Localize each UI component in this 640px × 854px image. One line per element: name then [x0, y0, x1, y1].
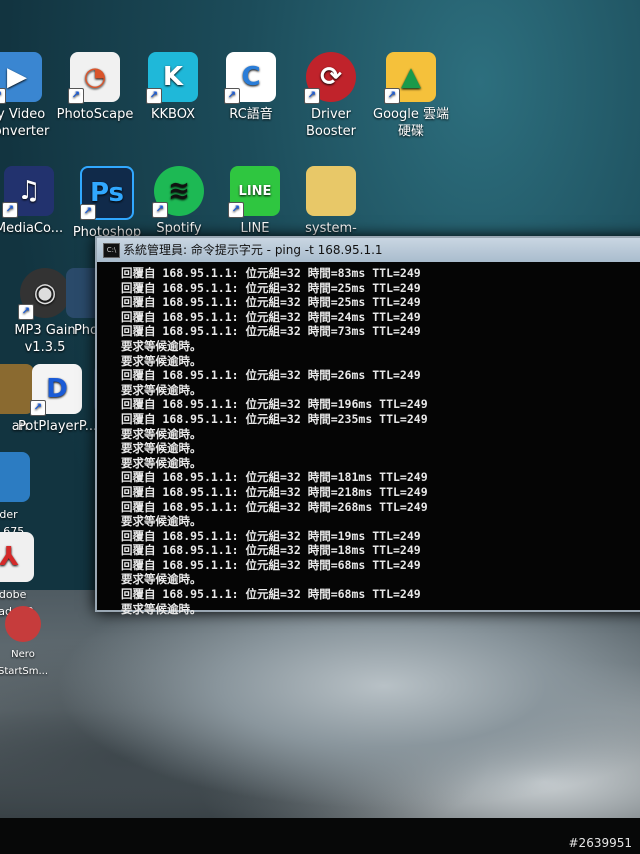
photoshop-icon: Ps ↗ — [80, 166, 134, 220]
desktop-icon-spotify[interactable]: ≋ ↗ Spotify — [140, 166, 218, 237]
console-line: 要求等候逾時。 — [121, 455, 202, 470]
desktop-icon-nero[interactable]: Nero StartSm... — [0, 606, 62, 680]
icon-label: RC語音 — [229, 107, 273, 122]
icon-label: ny Video Converter — [0, 107, 50, 139]
desktop-icon-kkbox[interactable]: K ↗ KKBOX — [134, 52, 212, 123]
google-drive-icon: ▲ ↗ — [384, 52, 436, 104]
potplayer-icon: D ↗ — [30, 364, 82, 416]
console-line: 要求等候逾時。 — [121, 441, 202, 456]
desktop-icon-video-converter[interactable]: ▶↗ ny Video Converter — [0, 52, 56, 140]
line-icon: LINE ↗ — [228, 166, 280, 218]
console-line: 要求等候逾時。 — [121, 572, 202, 587]
console-line: 回覆自 168.95.1.1: 位元組=32 時間=83ms TTL=249 — [121, 266, 421, 280]
console-line: 回覆自 168.95.1.1: 位元組=32 時間=218ms TTL=249 — [121, 484, 428, 499]
cmd-icon: C:\ — [103, 243, 120, 258]
nero-icon — [5, 606, 41, 642]
console-line: 回覆自 168.95.1.1: 位元組=32 時間=73ms TTL=249 — [121, 324, 421, 339]
command-prompt-window[interactable]: C:\ 系統管理員: 命令提示字元 - ping -t 168.95.1.1 回… — [95, 236, 640, 616]
desktop-icon-line[interactable]: LINE ↗ LINE — [216, 166, 294, 237]
desktop-icon-nder[interactable]: nder 10.675 — [0, 452, 44, 540]
icon-label: LINE — [240, 221, 270, 236]
console-line: 要求等候逾時。 — [121, 514, 202, 529]
spotify-icon: ≋ ↗ — [152, 166, 204, 218]
desktop-icon-mediaco[interactable]: ♫ ↗ MediaCo... — [0, 166, 68, 237]
monitor-bezel — [0, 818, 640, 854]
kkbox-icon: K ↗ — [146, 52, 198, 104]
watermark: #2639951 — [568, 836, 633, 850]
media-music-icon: ♫ ↗ — [2, 166, 54, 218]
window-title: 系統管理員: 命令提示字元 - ping -t 168.95.1.1 — [123, 243, 383, 257]
console-line: 回覆自 168.95.1.1: 位元組=32 時間=181ms TTL=249 — [121, 470, 428, 485]
icon-label: Driver Booster — [305, 107, 357, 139]
console-line: 回覆自 168.95.1.1: 位元組=32 時間=25ms TTL=249 — [121, 280, 421, 295]
desktop-icon-potplayer[interactable]: D ↗ PotPlayerP... — [18, 364, 98, 435]
console-line: 回覆自 168.95.1.1: 位元組=32 時間=68ms TTL=249 — [121, 587, 421, 602]
rc-voice-icon: C ↗ — [224, 52, 276, 104]
icon-label: PotPlayerP... — [18, 419, 98, 434]
desktop-icon-driver-booster[interactable]: ⟳ ↗ Driver Booster — [292, 52, 370, 140]
icon-label: KKBOX — [150, 107, 196, 122]
desktop-icon-photoscape[interactable]: ◔ ↗ PhotoScape — [56, 52, 134, 123]
console-line: 回覆自 168.95.1.1: 位元組=32 時間=18ms TTL=249 — [121, 543, 421, 558]
console-line: 回覆自 168.95.1.1: 位元組=32 時間=24ms TTL=249 — [121, 309, 421, 324]
folder-icon — [306, 166, 356, 216]
video-converter-icon: ▶↗ — [0, 52, 42, 104]
mp3gain-icon: ◉ ↗ — [18, 268, 70, 320]
icon-label: Google 雲端 硬碟 — [373, 107, 449, 139]
console-line: 要求等候逾時。 — [121, 338, 202, 353]
desktop: ▶↗ ny Video Converter ◔↗ PhotoScape K↗ K… — [0, 0, 640, 820]
console-line: 要求等候逾時。 — [121, 353, 202, 368]
console-line: 要求等候逾時。 — [121, 382, 202, 397]
console-line: 回覆自 168.95.1.1: 位元組=32 時間=25ms TTL=249 — [121, 295, 421, 310]
console-line: 回覆自 168.95.1.1: 位元組=32 時間=19ms TTL=249 — [121, 528, 421, 543]
desktop-icon-google-drive[interactable]: ▲ ↗ Google 雲端 硬碟 — [372, 52, 450, 140]
console-line: 回覆自 168.95.1.1: 位元組=32 時間=26ms TTL=249 — [121, 368, 421, 383]
console-line: 要求等候逾時。 — [121, 601, 202, 616]
desktop-icon-rc[interactable]: C ↗ RC語音 — [212, 52, 290, 123]
icon-label: Spotify — [156, 221, 202, 236]
driver-booster-icon: ⟳ ↗ — [304, 52, 356, 104]
desktop-icon-photoshop[interactable]: Ps ↗ Photoshop — [68, 166, 146, 241]
icon-label: PhotoScape — [56, 107, 134, 122]
window-titlebar[interactable]: C:\ 系統管理員: 命令提示字元 - ping -t 168.95.1.1 — [97, 238, 640, 262]
console-line: 回覆自 168.95.1.1: 位元組=32 時間=196ms TTL=249 — [121, 397, 428, 412]
console-output[interactable]: 回覆自 168.95.1.1: 位元組=32 時間=83ms TTL=249 回覆… — [97, 262, 640, 616]
console-line: 回覆自 168.95.1.1: 位元組=32 時間=68ms TTL=249 — [121, 557, 421, 572]
adobe-reader-icon: ⅄ — [0, 532, 34, 582]
console-line: 回覆自 168.95.1.1: 位元組=32 時間=268ms TTL=249 — [121, 499, 428, 514]
console-line: 要求等候逾時。 — [121, 426, 202, 441]
console-line: 回覆自 168.95.1.1: 位元組=32 時間=235ms TTL=249 — [121, 411, 428, 426]
app-icon — [0, 452, 30, 502]
photoscape-icon: ◔ ↗ — [68, 52, 120, 104]
wallpaper-clouds — [0, 590, 640, 820]
icon-label: Nero StartSm... — [0, 649, 49, 677]
icon-label: MediaCo... — [0, 221, 64, 236]
